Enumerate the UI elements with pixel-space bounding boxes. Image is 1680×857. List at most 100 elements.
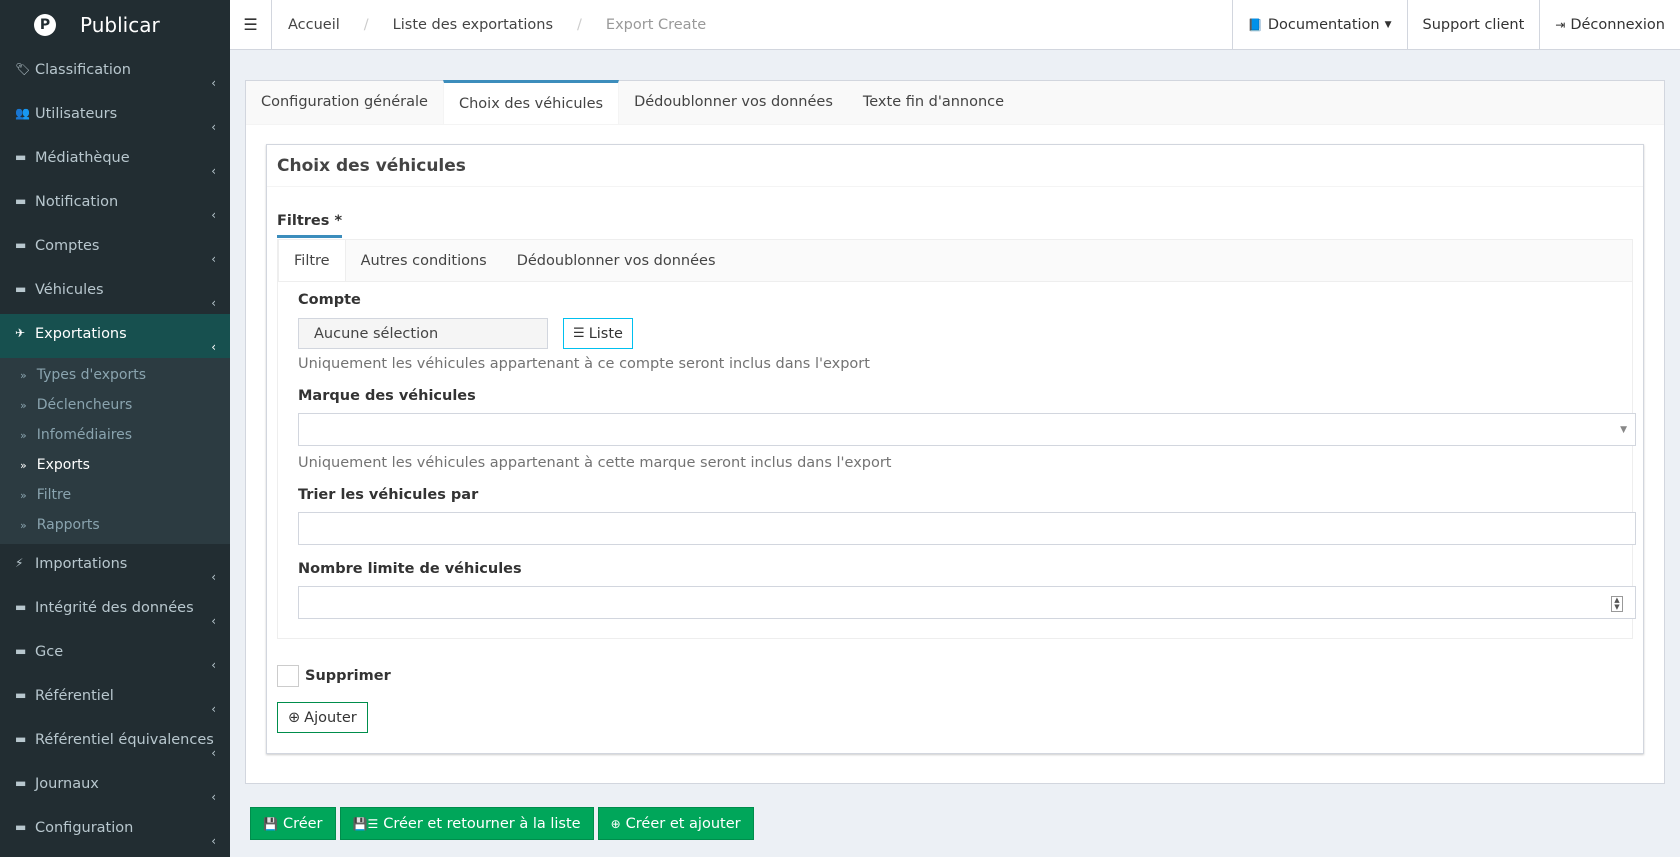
marque-help: Uniquement les véhicules appartenant à c… (298, 455, 1636, 471)
sidebar-item-journaux[interactable]: ▬ Journaux ‹ (0, 764, 230, 808)
support-label: Support client (1422, 17, 1525, 33)
liste-button[interactable]: ☰ Liste (563, 318, 633, 349)
submenu-item-exports[interactable]: » Exports (0, 450, 230, 480)
nombre-label: Nombre limite de véhicules (298, 561, 522, 577)
documentation-dropdown[interactable]: 📘 Documentation ▼ (1231, 0, 1407, 50)
folder-icon: ▬ (15, 282, 27, 296)
tab-dedoublonner-inner[interactable]: Dédoublonner vos données (502, 240, 731, 281)
folder-icon: ▬ (15, 688, 27, 702)
create-label: Créer (282, 815, 323, 832)
marque-label: Marque des véhicules (298, 388, 476, 404)
sidebar-item-label: Exportations (35, 326, 127, 342)
tab-texte-fin-annonce[interactable]: Texte fin d'annonce (848, 80, 1019, 124)
sidebar-item-label: Médiathèque (35, 150, 130, 166)
angle-double-right-icon: » (20, 458, 27, 472)
chevron-left-icon: ‹ (211, 120, 216, 134)
folder-icon: ▬ (15, 820, 27, 834)
sidebar-item-label: Importations (35, 556, 128, 572)
sidebar-item-label: Gce (35, 644, 64, 660)
caret-down-icon: ▼ (1384, 20, 1392, 30)
create-button[interactable]: 💾 Créer (250, 807, 336, 840)
sidebar-item-int-grit-des-donn-es[interactable]: ▬ Intégrité des données ‹ (0, 588, 230, 632)
angle-double-right-icon: » (20, 518, 27, 532)
chevron-left-icon: ‹ (211, 702, 216, 716)
list-icon: ☰ (573, 326, 585, 341)
chevron-left-icon: ‹ (211, 834, 216, 848)
sidebar-item-label: Notification (35, 194, 119, 210)
tab-configuration-generale[interactable]: Configuration générale (246, 80, 443, 124)
chevron-left-icon: ‹ (211, 252, 216, 266)
trier-label: Trier les véhicules par (298, 487, 479, 503)
sidebar-item-label: Véhicules (35, 282, 104, 298)
support-link[interactable]: Support client (1406, 0, 1540, 50)
create-add-button[interactable]: ⊕ Créer et ajouter (597, 807, 754, 840)
folder-icon: ▬ (15, 600, 27, 614)
sidebar-item-exportations[interactable]: ✈ Exportations ‹ (0, 314, 230, 358)
marque-select[interactable]: ▼ (298, 413, 1636, 446)
tab-filtre[interactable]: Filtre (278, 240, 346, 281)
compte-help: Uniquement les véhicules appartenant à c… (298, 356, 1636, 372)
sidebar-item-label: Référentiel (35, 688, 114, 704)
trier-field: Trier les véhicules par (298, 487, 1636, 503)
breadcrumb-home[interactable]: Accueil (288, 17, 340, 33)
create-return-button[interactable]: 💾☰ Créer et retourner à la liste (339, 807, 594, 840)
ajouter-button[interactable]: ⊕ Ajouter (277, 702, 368, 733)
submenu-item-rapports[interactable]: » Rapports (0, 510, 230, 540)
submenu-item-d-clencheurs[interactable]: » Déclencheurs (0, 390, 230, 420)
create-add-label: Créer et ajouter (625, 815, 741, 832)
tab-dedoublonner[interactable]: Dédoublonner vos données (619, 80, 848, 124)
compte-label: Compte (298, 292, 361, 308)
documentation-label: Documentation (1267, 17, 1380, 33)
marque-help-text: Uniquement les véhicules appartenant à c… (298, 455, 892, 471)
trier-input[interactable] (298, 512, 1636, 545)
sidebar-item-utilisateurs[interactable]: 👥 Utilisateurs ‹ (0, 94, 230, 138)
breadcrumb-current: Export Create (605, 16, 707, 33)
chevron-left-icon: ‹ (211, 790, 216, 804)
form-actions: 💾 Créer 💾☰ Créer et retourner à la liste… (245, 790, 1665, 857)
sidebar-item-importations[interactable]: ⚡ Importations ‹ (0, 544, 230, 588)
brand[interactable]: P Publicar (0, 0, 230, 50)
sidebar-item-label: Référentiel équivalences (35, 732, 214, 748)
book-icon: 📘 (1247, 18, 1263, 32)
save-icon: 💾 (263, 816, 278, 831)
breadcrumb-exports-list[interactable]: Liste des exportations (393, 17, 553, 33)
submenu-item-label: Filtre (36, 487, 72, 503)
spinner-icon[interactable]: ▲ ▼ (1611, 596, 1623, 612)
tags-icon: 🏷 (15, 62, 31, 76)
supprimer-checkbox[interactable] (277, 665, 299, 687)
sidebar-item-v-hicules[interactable]: ▬ Véhicules ‹ (0, 270, 230, 314)
chevron-left-icon: ‹ (211, 208, 216, 222)
paper-plane-icon: ✈ (15, 326, 26, 340)
breadcrumb-separator: / (363, 16, 369, 33)
submenu-item-filtre[interactable]: » Filtre (0, 480, 230, 510)
box-title: Choix des véhicules (267, 145, 1643, 187)
create-return-label: Créer et retourner à la liste (383, 815, 581, 832)
sidebar-item-r-f-rentiel-quivalences[interactable]: ▬ Référentiel équivalences ‹ (0, 720, 230, 764)
nombre-input[interactable]: ▲ ▼ (298, 586, 1636, 619)
sidebar-item-r-f-rentiel[interactable]: ▬ Référentiel ‹ (0, 676, 230, 720)
chevron-left-icon: ‹ (211, 658, 216, 672)
sidebar-item-gce[interactable]: ▬ Gce ‹ (0, 632, 230, 676)
topbar-links: 📘 Documentation ▼ Support client ⇥ Décon… (1231, 0, 1680, 50)
supprimer-label: Supprimer (305, 668, 391, 684)
logout-link[interactable]: ⇥ Déconnexion (1539, 0, 1680, 50)
sidebar-item-notification[interactable]: ▬ Notification ‹ (0, 182, 230, 226)
sidebar-item-comptes[interactable]: ▬ Comptes ‹ (0, 226, 230, 270)
sidebar-item-m-diath-que[interactable]: ▬ Médiathèque ‹ (0, 138, 230, 182)
compte-select[interactable]: Aucune sélection (298, 318, 548, 349)
menu-toggle-icon[interactable]: ☰ (230, 0, 272, 50)
liste-button-label: Liste (588, 325, 623, 342)
angle-double-right-icon: » (20, 488, 27, 502)
sidebar-item-configuration[interactable]: ▬ Configuration ‹ (0, 808, 230, 852)
sidebar-item-classification[interactable]: 🏷 Classification ‹ (0, 50, 230, 94)
tab-choix-vehicules[interactable]: Choix des véhicules (442, 80, 620, 124)
vehicle-choice-box: Choix des véhicules Filtres * Filtre Aut… (266, 144, 1644, 754)
submenu-item-types-d-exports[interactable]: » Types d'exports (0, 360, 230, 390)
submenu-item-label: Exports (36, 457, 90, 473)
breadcrumb: Accueil / Liste des exportations / Expor… (272, 17, 706, 33)
submenu-item-infom-diaires[interactable]: » Infomédiaires (0, 420, 230, 450)
breadcrumb-separator: / (577, 16, 582, 33)
sidebar-item-label: Comptes (35, 238, 100, 254)
submenu-item-label: Déclencheurs (36, 397, 133, 413)
tab-autres-conditions[interactable]: Autres conditions (346, 240, 502, 281)
